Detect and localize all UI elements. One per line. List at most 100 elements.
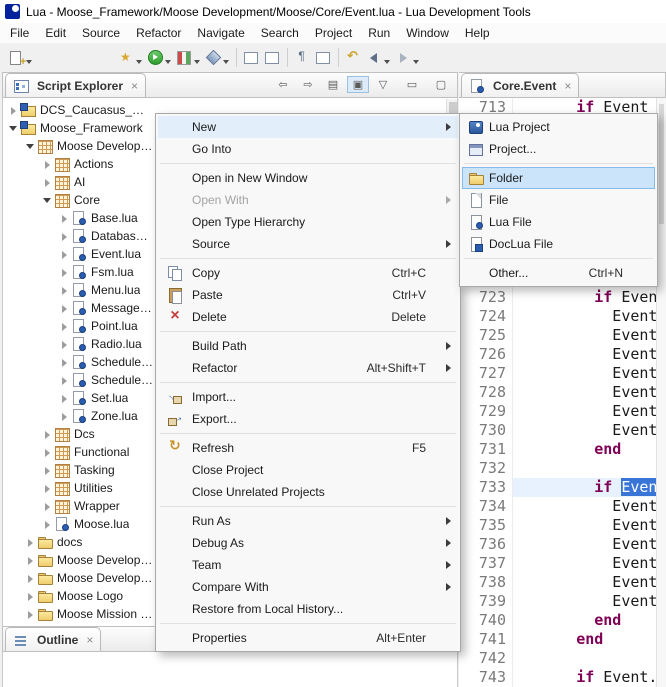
collapse-arrow-icon[interactable]	[41, 192, 54, 208]
context-menu-separator	[160, 623, 456, 624]
dropdown-arrow-icon[interactable]	[223, 60, 229, 64]
context-menu-item-go-into[interactable]: Go Into	[158, 138, 458, 160]
expand-arrow-icon[interactable]	[58, 246, 71, 262]
expand-arrow-icon[interactable]	[41, 480, 54, 496]
expand-arrow-icon[interactable]	[24, 606, 37, 622]
expand-arrow-icon[interactable]	[58, 390, 71, 406]
expand-arrow-icon[interactable]	[58, 282, 71, 298]
menubar-item-window[interactable]: Window	[398, 24, 457, 42]
link-with-editor-button[interactable]: ▣	[348, 77, 368, 92]
new-submenu-item-lua-project[interactable]: Lua Project	[462, 116, 655, 138]
context-menu-item-build-path[interactable]: Build Path	[158, 335, 458, 357]
expand-arrow-icon[interactable]	[24, 588, 37, 604]
menubar-item-navigate[interactable]: Navigate	[189, 24, 252, 42]
new-submenu-item-folder[interactable]: Folder	[462, 167, 655, 189]
context-menu-item-compare-with[interactable]: Compare With	[158, 576, 458, 598]
tab-script-explorer[interactable]: Script Explorer ×	[5, 73, 146, 97]
forward-button[interactable]	[394, 46, 421, 69]
block-selection-button[interactable]	[314, 46, 333, 69]
context-menu-item-run-as[interactable]: Run As	[158, 510, 458, 532]
collapse-arrow-icon[interactable]	[7, 120, 20, 136]
expand-arrow-icon[interactable]	[24, 552, 37, 568]
expand-arrow-icon[interactable]	[41, 444, 54, 460]
expand-arrow-icon[interactable]	[58, 408, 71, 424]
expand-arrow-icon[interactable]	[58, 354, 71, 370]
menubar-item-project[interactable]: Project	[307, 24, 360, 42]
expand-arrow-icon[interactable]	[58, 372, 71, 388]
dropdown-arrow-icon[interactable]	[384, 60, 390, 64]
context-menu-item-copy[interactable]: CopyCtrl+C	[158, 262, 458, 284]
expand-arrow-icon[interactable]	[7, 102, 20, 118]
context-menu-item-open-type-hierarchy[interactable]: Open Type Hierarchy	[158, 211, 458, 233]
expand-arrow-icon[interactable]	[58, 318, 71, 334]
context-menu-item-debug-as[interactable]: Debug As	[158, 532, 458, 554]
menubar-item-search[interactable]: Search	[253, 24, 307, 42]
context-menu-item-properties[interactable]: PropertiesAlt+Enter	[158, 627, 458, 649]
context-menu-item-team[interactable]: Team	[158, 554, 458, 576]
dropdown-arrow-icon[interactable]	[194, 60, 200, 64]
context-menu-item-refactor[interactable]: RefactorAlt+Shift+T	[158, 357, 458, 379]
maximize-button[interactable]: ▢	[431, 77, 451, 92]
expand-arrow-icon[interactable]	[41, 426, 54, 442]
expand-arrow-icon[interactable]	[58, 336, 71, 352]
dropdown-arrow-icon[interactable]	[165, 60, 171, 64]
open-element-button[interactable]	[242, 46, 261, 69]
run-button[interactable]	[146, 46, 173, 69]
collapse-arrow-icon[interactable]	[24, 138, 37, 154]
tab-core-event[interactable]: Core.Event ×	[461, 73, 579, 97]
context-menu-item-paste[interactable]: PasteCtrl+V	[158, 284, 458, 306]
close-icon[interactable]: ×	[131, 80, 138, 92]
new-submenu-item-project[interactable]: Project...	[462, 138, 655, 160]
context-menu-item-restore-from-local-history[interactable]: Restore from Local History...	[158, 598, 458, 620]
collapse-all-button[interactable]: ▤	[323, 77, 343, 92]
menubar-item-help[interactable]: Help	[457, 24, 498, 42]
context-menu-item-new[interactable]: New	[158, 116, 458, 138]
new-submenu-item-file[interactable]: File	[462, 189, 655, 211]
new-submenu-item-doclua-file[interactable]: DocLua File	[462, 233, 655, 255]
tab-outline[interactable]: Outline ×	[5, 627, 101, 651]
expand-arrow-icon[interactable]	[41, 498, 54, 514]
close-icon[interactable]: ×	[86, 634, 93, 646]
expand-arrow-icon[interactable]	[41, 174, 54, 190]
context-menu-item-close-project[interactable]: Close Project	[158, 459, 458, 481]
menubar-item-source[interactable]: Source	[74, 24, 128, 42]
expand-arrow-icon[interactable]	[58, 228, 71, 244]
last-edit-location-button[interactable]	[344, 46, 363, 69]
expand-arrow-icon[interactable]	[41, 462, 54, 478]
menubar-item-edit[interactable]: Edit	[37, 24, 74, 42]
expand-arrow-icon[interactable]	[58, 300, 71, 316]
context-menu-item-delete[interactable]: DeleteDelete	[158, 306, 458, 328]
menubar-item-refactor[interactable]: Refactor	[128, 24, 189, 42]
expand-arrow-icon[interactable]	[24, 570, 37, 586]
expand-arrow-icon[interactable]	[58, 264, 71, 280]
expand-arrow-icon[interactable]	[58, 210, 71, 226]
close-icon[interactable]: ×	[564, 80, 571, 92]
context-menu-item-close-unrelated-projects[interactable]: Close Unrelated Projects	[158, 481, 458, 503]
dropdown-arrow-icon[interactable]	[413, 60, 419, 64]
new-wizard-button[interactable]	[7, 46, 34, 69]
back-button[interactable]	[365, 46, 392, 69]
menubar-item-file[interactable]: File	[2, 24, 37, 42]
new-submenu-item-lua-file[interactable]: Lua File	[462, 211, 655, 233]
expand-arrow-icon[interactable]	[41, 156, 54, 172]
expand-arrow-icon[interactable]	[24, 534, 37, 550]
context-menu-item-open-in-new-window[interactable]: Open in New Window	[158, 167, 458, 189]
context-menu-item-import[interactable]: Import...	[158, 386, 458, 408]
profile-button[interactable]	[204, 46, 231, 69]
forward-history-button[interactable]: ⇨	[298, 77, 318, 92]
view-menu-button[interactable]: ▽	[373, 77, 393, 92]
search-button[interactable]	[263, 46, 282, 69]
back-history-button[interactable]: ⇦	[273, 77, 293, 92]
context-menu-item-refresh[interactable]: RefreshF5	[158, 437, 458, 459]
dropdown-arrow-icon[interactable]	[26, 60, 32, 64]
external-tools-button[interactable]	[117, 46, 144, 69]
coverage-button[interactable]	[175, 46, 202, 69]
context-menu-item-source[interactable]: Source	[158, 233, 458, 255]
dropdown-arrow-icon[interactable]	[136, 60, 142, 64]
show-whitespace-button[interactable]	[293, 46, 312, 69]
expand-arrow-icon[interactable]	[41, 516, 54, 532]
context-menu-item-export[interactable]: Export...	[158, 408, 458, 430]
minimize-button[interactable]: ▭	[402, 77, 422, 92]
menubar-item-run[interactable]: Run	[360, 24, 398, 42]
new-submenu-item-other[interactable]: Other...Ctrl+N	[462, 262, 655, 284]
